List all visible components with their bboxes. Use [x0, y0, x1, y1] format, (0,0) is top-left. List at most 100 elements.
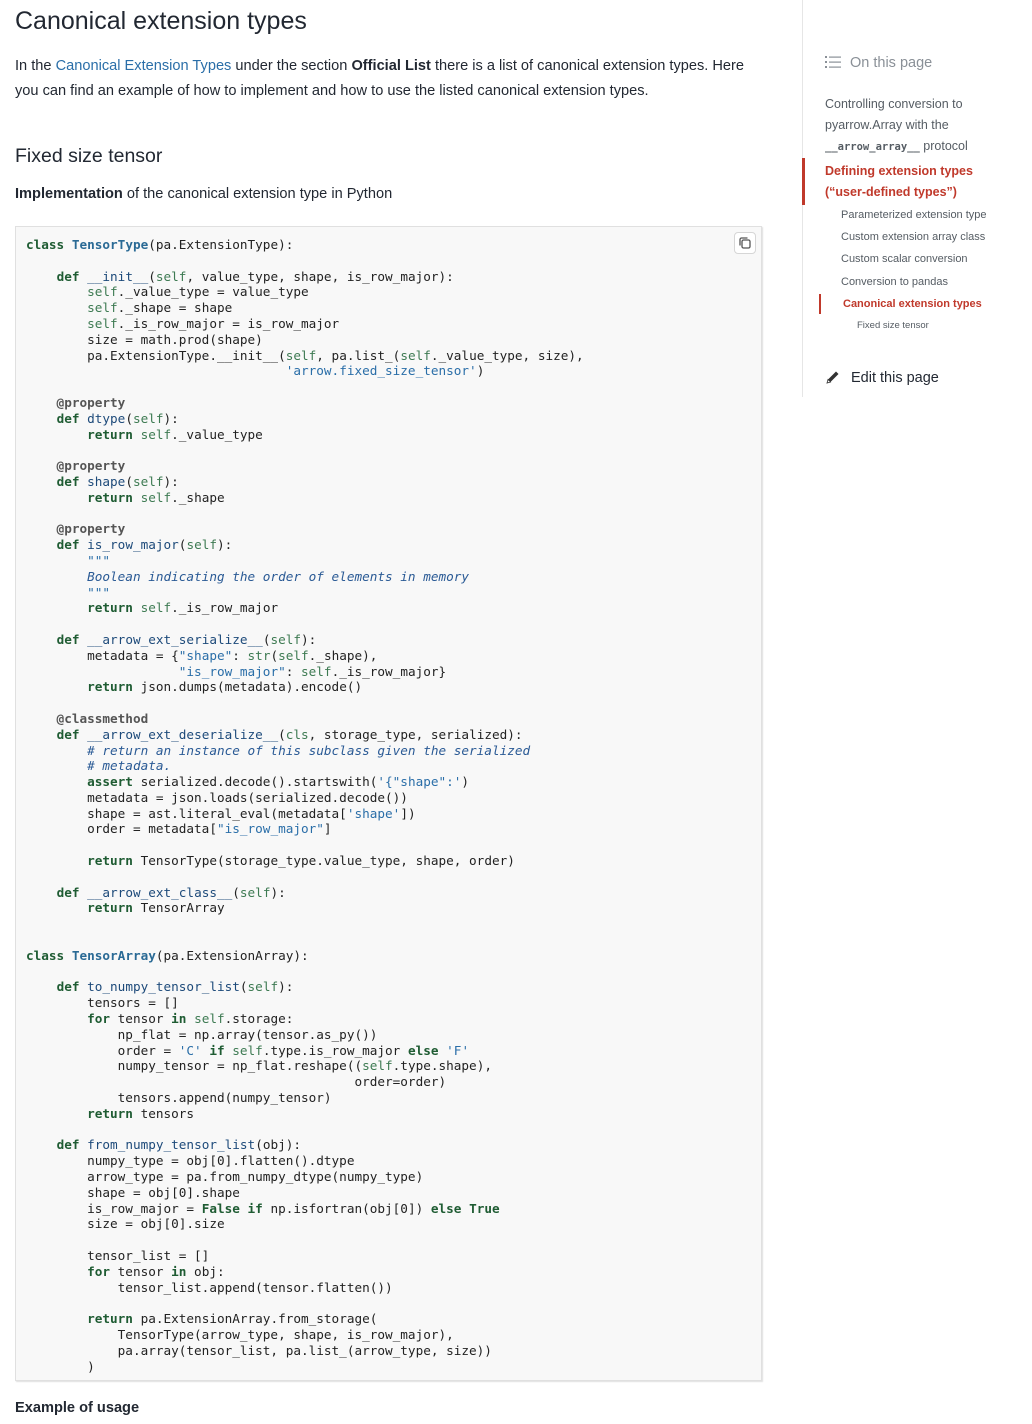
- code-line: # metadata.: [26, 758, 172, 774]
- code-line: def shape(self):: [56, 473, 179, 489]
- code-line: return json.dumps(metadata).encode(): [87, 679, 363, 695]
- code-line: tensor_list.append(tensor.flatten()): [26, 1279, 393, 1295]
- code-line: return self._is_row_major: [87, 600, 279, 616]
- code-line: def dtype(self):: [56, 410, 179, 426]
- sidebar-toc: On this page Controlling conversion to p…: [802, 0, 1032, 397]
- code-line: @property: [26, 521, 126, 537]
- toc-item-defining-extension-types[interactable]: Defining extension types (“user-defined …: [825, 161, 1000, 203]
- code-line: shape = obj[0].shape: [26, 1184, 240, 1200]
- code-line: ): [26, 1358, 95, 1374]
- pencil-icon: [826, 371, 839, 384]
- code-block[interactable]: class TensorType(pa.ExtensionType): def …: [15, 226, 762, 1381]
- code-line: order=order): [26, 1074, 447, 1090]
- code-line: def __arrow_ext_class__(self):: [56, 884, 286, 900]
- code-line: numpy_tensor = np_flat.reshape((self.typ…: [26, 1058, 492, 1074]
- intro-text: In the: [15, 58, 56, 74]
- code-line: class TensorArray(pa.ExtensionArray):: [26, 947, 309, 963]
- code-line: metadata = {"shape": str(self._shape),: [26, 647, 378, 663]
- code-line: return self._value_type: [87, 426, 263, 442]
- edit-label: Edit this page: [851, 370, 939, 386]
- code-line: tensors = []: [26, 995, 179, 1011]
- code-line: self._shape = shape: [87, 300, 233, 316]
- intro-bold: Official List: [351, 58, 431, 74]
- code-line: pa.ExtensionType.__init__(self, pa.list_…: [26, 347, 584, 363]
- code-line: """: [26, 552, 111, 568]
- code-line: return TensorArray: [87, 900, 225, 916]
- code-line: """: [26, 584, 111, 600]
- code-line: order = 'C' if self.type.is_row_major el…: [26, 1042, 470, 1058]
- code-line: metadata = json.loads(serialized.decode(…: [26, 789, 408, 805]
- code-line: Boolean indicating the order of elements…: [26, 568, 470, 584]
- code-line: def __arrow_ext_serialize__(self):: [56, 631, 317, 647]
- toc-item-code: __arrow_array__: [825, 141, 920, 153]
- toc-item-text: protocol: [919, 139, 968, 153]
- code-line: class TensorType(pa.ExtensionType):: [26, 237, 294, 252]
- toc-active-indicator: [819, 294, 821, 314]
- code-line: def from_numpy_tensor_list(obj):: [56, 1137, 302, 1153]
- toc-heading-label: On this page: [850, 55, 933, 71]
- code-line: pa.array(tensor_list, pa.list_(arrow_typ…: [26, 1342, 492, 1358]
- toc-item-arrow-array[interactable]: Controlling conversion to pyarrow.Array …: [825, 94, 1020, 158]
- toc-item-text: Controlling conversion to pyarrow.Array …: [825, 97, 963, 132]
- page-title: Canonical extension types: [15, 7, 307, 35]
- code-line: return TensorType(storage_type.value_typ…: [87, 853, 515, 869]
- implementation-bold: Implementation: [15, 186, 123, 202]
- code-line: size = math.prod(shape): [26, 331, 263, 347]
- code-line: self._is_row_major = is_row_major: [87, 315, 340, 331]
- code-line: def __init__(self, value_type, shape, is…: [56, 268, 454, 284]
- toc-active-indicator: [802, 158, 805, 205]
- implementation-text: of the canonical extension type in Pytho…: [122, 186, 393, 202]
- canonical-extension-types-link[interactable]: Canonical Extension Types: [56, 58, 232, 74]
- copy-icon: [739, 237, 751, 249]
- code-line: return pa.ExtensionArray.from_storage(: [87, 1311, 378, 1327]
- code-line: 'arrow.fixed_size_tensor'): [285, 363, 485, 379]
- code-line: numpy_type = obj[0].flatten().dtype: [26, 1153, 355, 1169]
- code-line: @property: [26, 458, 126, 474]
- example-heading: Example of usage: [15, 1400, 140, 1416]
- code-line: self._value_type = value_type: [87, 284, 309, 300]
- intro-paragraph: In the Canonical Extension Types under t…: [15, 54, 763, 104]
- code-line: @classmethod: [26, 710, 149, 726]
- toc-heading: On this page: [825, 55, 932, 71]
- code-line: arrow_type = pa.from_numpy_dtype(numpy_t…: [26, 1169, 424, 1185]
- toc-subitem-pandas[interactable]: Conversion to pandas: [841, 276, 948, 288]
- code-line: tensor_list = []: [26, 1248, 210, 1263]
- toc-subitem-canonical[interactable]: Canonical extension types: [843, 298, 982, 310]
- code-line: assert serialized.decode().startswith('{…: [87, 774, 470, 790]
- edit-this-page-link[interactable]: Edit this page: [825, 369, 939, 386]
- code-line: def __arrow_ext_deserialize__(cls, stora…: [56, 726, 523, 742]
- code-line: @property: [26, 394, 126, 410]
- toc-subitem-parameterized[interactable]: Parameterized extension type: [841, 209, 987, 221]
- code-line: # return an instance of this subclass gi…: [26, 742, 531, 758]
- copy-button[interactable]: [734, 232, 756, 254]
- code-line: def to_numpy_tensor_list(self):: [56, 979, 294, 995]
- code-line: TensorType(arrow_type, shape, is_row_maj…: [26, 1326, 454, 1342]
- code-line: for tensor in obj:: [87, 1263, 225, 1279]
- toc-subitem-custom-scalar[interactable]: Custom scalar conversion: [841, 253, 968, 265]
- code-line: return self._shape: [87, 489, 225, 505]
- code-line: np_flat = np.array(tensor.as_py()): [26, 1026, 378, 1042]
- toc-subsubitem-fixed-size-tensor[interactable]: Fixed size tensor: [857, 320, 929, 331]
- code-line: "is_row_major": self._is_row_major}: [178, 663, 447, 679]
- toc-subitem-custom-array[interactable]: Custom extension array class: [841, 231, 985, 243]
- code-line: for tensor in self.storage:: [87, 1011, 294, 1027]
- section-title: Fixed size tensor: [15, 145, 163, 167]
- code-line: return tensors: [87, 1105, 195, 1121]
- implementation-caption: Implementation of the canonical extensio…: [15, 186, 392, 202]
- code-line: is_row_major = False if np.isfortran(obj…: [26, 1200, 500, 1216]
- code-line: size = obj[0].size: [26, 1216, 225, 1232]
- list-icon: [825, 56, 841, 68]
